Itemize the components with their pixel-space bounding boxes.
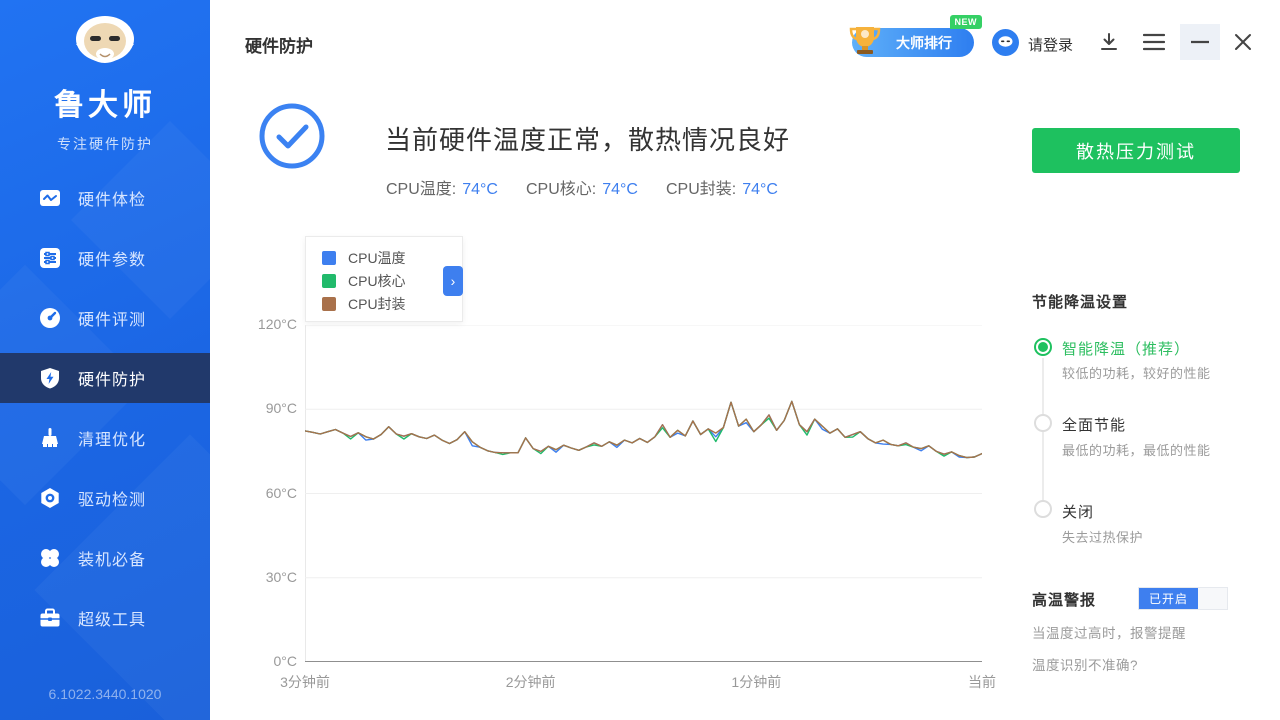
main-menu-button[interactable] <box>1143 33 1165 51</box>
new-badge: NEW <box>950 15 983 29</box>
option-full-powersave-desc: 最低的功耗，最低的性能 <box>1062 440 1211 459</box>
temp-accuracy-link[interactable]: 温度识别不准确? <box>1032 654 1138 674</box>
metric-label: CPU核心: <box>526 181 596 198</box>
clover-icon <box>38 546 62 570</box>
sidebar-item-hardware-check[interactable]: 硬件体检 <box>0 173 210 223</box>
y-tick-label: 120°C <box>210 316 297 332</box>
alarm-description: 当温度过高时，报警提醒 <box>1032 622 1186 642</box>
y-axis-labels: 0°C30°C60°C90°C120°C <box>210 325 297 662</box>
sliders-icon <box>38 246 62 270</box>
download-icon <box>1098 31 1120 53</box>
broom-icon <box>38 426 62 450</box>
hamburger-icon <box>1143 33 1165 51</box>
x-tick-label: 3分钟前 <box>280 672 330 692</box>
page-title: 硬件防护 <box>245 32 313 57</box>
sidebar-item-label: 装机必备 <box>78 546 146 570</box>
legend-item-cpu-package[interactable]: CPU封装 <box>322 292 462 315</box>
shield-bolt-icon <box>38 366 62 390</box>
sidebar-item-hardware-params[interactable]: 硬件参数 <box>0 233 210 283</box>
metric-value: 74°C <box>742 181 778 198</box>
sidebar-item-label: 硬件体检 <box>78 186 146 210</box>
x-tick-label: 2分钟前 <box>506 672 556 692</box>
brand-slogan: 专注硬件防护 <box>0 134 210 154</box>
sidebar-item-essential-apps[interactable]: 装机必备 <box>0 533 210 583</box>
user-avatar[interactable] <box>992 29 1019 56</box>
status-ok-icon <box>258 102 326 170</box>
trophy-icon <box>844 19 886 61</box>
option-full-powersave-label[interactable]: 全面节能 <box>1062 414 1126 435</box>
option-smart-cooling-desc: 较低的功耗，较好的性能 <box>1062 363 1211 382</box>
close-button[interactable] <box>1230 30 1256 54</box>
close-icon <box>1234 33 1252 51</box>
minimize-icon <box>1191 40 1209 44</box>
y-tick-label: 0°C <box>210 653 297 669</box>
sidebar-menu: 硬件体检 硬件参数 硬件评测 <box>0 173 210 653</box>
sidebar-item-label: 硬件参数 <box>78 246 146 270</box>
chart-legend: CPU温度 CPU核心 CPU封装 <box>305 236 463 322</box>
option-off-desc: 失去过热保护 <box>1062 527 1143 546</box>
y-tick-label: 90°C <box>210 400 297 416</box>
temperature-metrics: CPU温度: 74°C CPU核心: 74°C CPU封装: 74°C <box>386 175 778 199</box>
cooling-settings-title: 节能降温设置 <box>1032 291 1128 312</box>
radio-smart-cooling[interactable] <box>1034 338 1052 356</box>
radio-full-powersave[interactable] <box>1034 414 1052 432</box>
y-tick-label: 60°C <box>210 485 297 501</box>
metric-value: 74°C <box>462 181 498 198</box>
metric-value: 74°C <box>602 181 638 198</box>
nut-icon <box>38 486 62 510</box>
legend-label: CPU温度 <box>348 248 406 268</box>
sidebar-item-label: 超级工具 <box>78 606 146 630</box>
x-tick-label: 1分钟前 <box>731 672 781 692</box>
brand-name: 鲁大师 <box>0 80 210 124</box>
mascot-logo-icon <box>62 14 148 76</box>
option-connector <box>1042 358 1044 508</box>
legend-swatch <box>322 297 336 311</box>
sidebar-item-cleanup[interactable]: 清理优化 <box>0 413 210 463</box>
temperature-chart <box>305 325 982 662</box>
sidebar-item-label: 硬件防护 <box>78 366 146 390</box>
login-link[interactable]: 请登录 <box>1028 34 1073 55</box>
legend-swatch <box>322 274 336 288</box>
sidebar: 鲁大师 专注硬件防护 硬件体检 硬件参数 <box>0 0 210 720</box>
legend-item-cpu-core[interactable]: CPU核心 <box>322 269 462 292</box>
metric-label: CPU封装: <box>666 181 736 198</box>
mascot-avatar-icon <box>997 36 1014 50</box>
sidebar-item-label: 驱动检测 <box>78 486 146 510</box>
minimize-button[interactable] <box>1180 24 1220 60</box>
option-smart-cooling-label[interactable]: 智能降温（推荐） <box>1062 338 1190 359</box>
toolbox-icon <box>38 606 62 630</box>
status-headline: 当前硬件温度正常，散热情况良好 <box>385 120 790 157</box>
sidebar-item-super-tools[interactable]: 超级工具 <box>0 593 210 643</box>
app-version: 6.1022.3440.1020 <box>0 686 210 702</box>
legend-label: CPU核心 <box>348 271 406 291</box>
x-tick-label: 当前 <box>968 672 996 692</box>
main-panel: 硬件防护 大师排行 NEW 请登录 <box>210 0 1280 720</box>
legend-swatch <box>322 251 336 265</box>
option-off-label[interactable]: 关闭 <box>1062 501 1094 522</box>
chevron-right-icon: › <box>451 273 456 289</box>
sidebar-item-hardware-protection[interactable]: 硬件防护 <box>0 353 210 403</box>
alarm-toggle-state: 已开启 <box>1139 588 1198 609</box>
download-button[interactable] <box>1098 31 1120 53</box>
sidebar-item-hardware-benchmark[interactable]: 硬件评测 <box>0 293 210 343</box>
sidebar-item-label: 清理优化 <box>78 426 146 450</box>
legend-expand-button[interactable]: › <box>443 266 463 296</box>
y-tick-label: 30°C <box>210 569 297 585</box>
metric-label: CPU温度: <box>386 181 456 198</box>
monitor-wave-icon <box>38 186 62 210</box>
radio-off[interactable] <box>1034 500 1052 518</box>
master-ranking-button[interactable]: 大师排行 NEW <box>852 28 974 57</box>
legend-label: CPU封装 <box>348 294 406 314</box>
master-ranking-label: 大师排行 <box>896 33 952 53</box>
high-temp-alarm-title: 高温警报 <box>1032 589 1096 610</box>
gauge-icon <box>38 306 62 330</box>
cooling-stress-test-button[interactable]: 散热压力测试 <box>1032 128 1240 173</box>
alarm-toggle[interactable]: 已开启 <box>1138 587 1228 610</box>
sidebar-item-driver-check[interactable]: 驱动检测 <box>0 473 210 523</box>
x-axis-labels: 3分钟前2分钟前1分钟前当前 <box>305 672 982 692</box>
legend-item-cpu-temp[interactable]: CPU温度 <box>322 246 462 269</box>
sidebar-item-label: 硬件评测 <box>78 306 146 330</box>
